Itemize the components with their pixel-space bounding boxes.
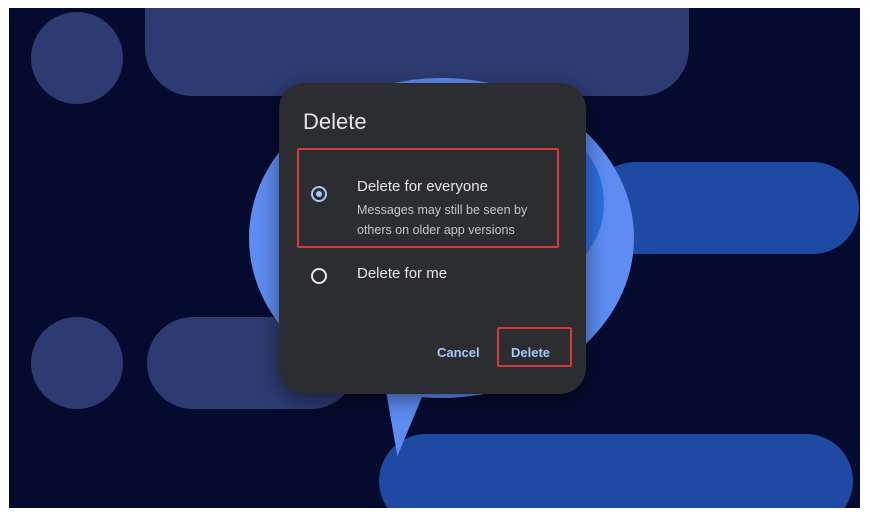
highlight-box-option <box>297 148 559 248</box>
bg-circle-top <box>31 12 123 104</box>
option-label: Delete for me <box>357 265 448 282</box>
highlight-box-delete-button <box>497 327 572 367</box>
cancel-button[interactable]: Cancel <box>437 345 480 360</box>
dialog-title: Delete <box>303 109 367 134</box>
option-delete-for-me[interactable]: Delete for me <box>301 261 576 305</box>
bg-circle-bottom <box>31 317 123 409</box>
radio-unselected-icon[interactable] <box>311 268 327 284</box>
